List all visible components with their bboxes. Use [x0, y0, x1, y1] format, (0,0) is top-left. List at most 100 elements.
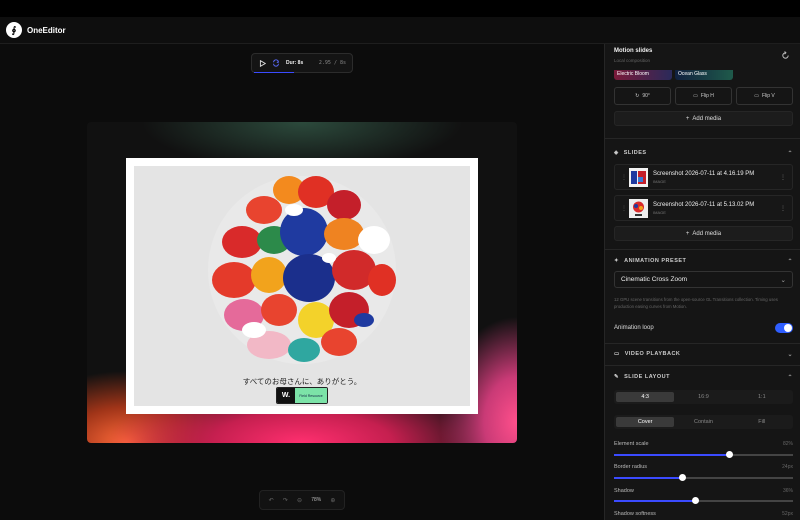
loop-icon[interactable] — [271, 59, 280, 68]
preview-frame: すべてのお母さんに、ありがとう。 W. Field Resource — [87, 122, 517, 443]
app-logo: ∮ — [6, 22, 22, 38]
fit-mode-toggle: Cover Contain Fill — [614, 415, 793, 429]
slider-value: 24px — [782, 464, 793, 470]
fit-option[interactable]: Contain — [674, 417, 732, 427]
divider — [605, 249, 800, 250]
slide-type: IMAGE — [653, 178, 666, 184]
slider-value: 52px — [782, 511, 793, 517]
flip-h-label: Flip H — [700, 93, 714, 99]
reset-icon[interactable] — [781, 51, 790, 60]
drag-handle-icon[interactable]: ⋮ — [621, 174, 629, 181]
fit-option[interactable]: Fill — [733, 417, 791, 427]
plus-icon: + — [685, 230, 690, 237]
slide-item[interactable]: ⋮ Screenshot 2026-07-11 at 5.13.02 PM IM… — [614, 195, 793, 221]
border-radius-slider[interactable] — [614, 474, 793, 481]
shadow-row: Shadow 36% — [614, 488, 793, 494]
zoom-out-icon[interactable]: ⊖ — [297, 497, 302, 504]
layout-section-header[interactable]: ✎ SLIDE LAYOUT ⌃ — [614, 372, 793, 382]
slider-label: Shadow — [614, 488, 634, 494]
play-icon[interactable] — [258, 59, 267, 68]
animation-header-label: ANIMATION PRESET — [624, 258, 687, 264]
panel-title: Motion slides — [614, 48, 653, 54]
add-media-label: Add media — [692, 230, 722, 237]
playback-progress[interactable] — [254, 72, 294, 73]
zoom-bar: ↶ ↷ ⊖ 78% ⊕ — [259, 490, 345, 510]
slider-label: Element scale — [614, 441, 649, 447]
slide-thumbnail — [629, 198, 648, 218]
more-icon[interactable]: ⋮ — [780, 205, 786, 212]
slider-knob[interactable] — [726, 451, 733, 458]
slide-caption: すべてのお母さんに、ありがとう。 — [242, 377, 362, 386]
flower-illustration — [208, 176, 396, 364]
animation-description: 12 GPU scene transitions from the open-s… — [614, 297, 778, 309]
panel-subtitle: Local composition — [614, 58, 651, 63]
brand-badge: W. Field Resource — [276, 387, 328, 404]
slide-image: すべてのお母さんに、ありがとう。 W. Field Resource — [134, 166, 470, 406]
app-header: ∮ OneEditor — [0, 17, 800, 44]
redo-icon[interactable]: ↷ — [283, 497, 288, 504]
fit-option[interactable]: Cover — [616, 417, 675, 427]
flip-v-icon: ▭ — [754, 93, 759, 99]
slider-value: 82% — [782, 441, 793, 447]
element-scale-slider[interactable] — [614, 451, 793, 458]
slider-label: Shadow softness — [614, 511, 656, 517]
rotate-icon: ↻ — [635, 93, 640, 99]
slide-type: IMAGE — [653, 209, 666, 215]
layout-header-label: SLIDE LAYOUT — [624, 374, 670, 380]
ratio-option[interactable]: 4:3 — [616, 392, 675, 402]
slides-header-label: SLIDES — [623, 150, 647, 156]
flip-h-button[interactable]: ▭ Flip H — [675, 87, 732, 105]
transform-actions: ↻ 90° ▭ Flip H ▭ Flip V — [614, 87, 793, 105]
slider-knob[interactable] — [692, 497, 699, 504]
slider-fill — [614, 500, 695, 502]
slides-section-header[interactable]: ◈ SLIDES ⌃ — [614, 148, 793, 158]
slider-fill — [614, 454, 729, 456]
rotate-button[interactable]: ↻ 90° — [614, 87, 671, 105]
preset-thumbnails: Electric Bloom Ocean Glass — [614, 70, 733, 80]
slider-value: 36% — [782, 488, 793, 494]
chevron-down-icon: ⌄ — [787, 351, 793, 358]
flip-h-icon: ▭ — [693, 93, 698, 99]
divider — [605, 365, 800, 366]
animation-preset-value: Cinematic Cross Zoom — [621, 276, 688, 283]
drag-handle-icon[interactable]: ⋮ — [621, 205, 629, 212]
ratio-option[interactable]: 16:9 — [674, 392, 732, 402]
rotate-label: 90° — [642, 93, 650, 99]
brand-mark: W. — [277, 388, 295, 403]
more-icon[interactable]: ⋮ — [780, 174, 786, 181]
animation-section-header[interactable]: ✦ ANIMATION PRESET ⌃ — [614, 256, 793, 266]
brand-text: Field Resource — [295, 388, 327, 403]
preset-ocean-glass[interactable]: Ocean Glass — [675, 70, 733, 80]
zoom-in-icon[interactable]: ⊕ — [330, 497, 335, 504]
animation-loop-toggle[interactable] — [775, 323, 793, 333]
slide-name: Screenshot 2026-07-11 at 4.16.19 PM — [653, 170, 755, 177]
add-media-button[interactable]: + Add media — [614, 226, 793, 241]
plus-icon: + — [685, 115, 690, 122]
animation-loop-row: Animation loop — [614, 323, 793, 333]
video-section-header[interactable]: ▭ VIDEO PLAYBACK ⌄ — [614, 349, 793, 359]
animation-preset-select[interactable]: Cinematic Cross Zoom ⌄ — [614, 271, 793, 288]
slide-name: Screenshot 2026-07-11 at 5.13.02 PM — [653, 201, 755, 208]
shadow-softness-row: Shadow softness 52px — [614, 511, 793, 517]
slider-knob[interactable] — [679, 474, 686, 481]
chevron-up-icon: ⌃ — [787, 258, 793, 265]
video-header-label: VIDEO PLAYBACK — [624, 351, 681, 357]
chevron-down-icon: ⌄ — [780, 276, 786, 284]
layers-icon: ◈ — [614, 150, 619, 156]
add-media-button-top[interactable]: + Add media — [614, 111, 793, 126]
video-icon: ▭ — [614, 351, 620, 357]
properties-panel: Motion slides Local composition Electric… — [604, 44, 800, 520]
top-strip — [0, 0, 800, 17]
slide-text: Screenshot 2026-07-11 at 5.13.02 PM IMAG… — [653, 202, 754, 215]
preset-electric-bloom[interactable]: Electric Bloom — [614, 70, 672, 80]
flip-v-button[interactable]: ▭ Flip V — [736, 87, 793, 105]
playback-bar: Dur: 8s 2.95 / 8s — [251, 53, 353, 73]
slide-item[interactable]: ⋮ Screenshot 2026-07-11 at 4.16.19 PM IM… — [614, 164, 793, 190]
duration-label: Dur: 8s — [286, 60, 304, 66]
undo-icon[interactable]: ↶ — [269, 497, 274, 504]
element-scale-row: Element scale 82% — [614, 441, 793, 447]
chevron-up-icon: ⌃ — [787, 150, 793, 157]
ratio-option[interactable]: 1:1 — [733, 392, 791, 402]
add-media-label: Add media — [692, 115, 722, 122]
shadow-slider[interactable] — [614, 497, 793, 504]
